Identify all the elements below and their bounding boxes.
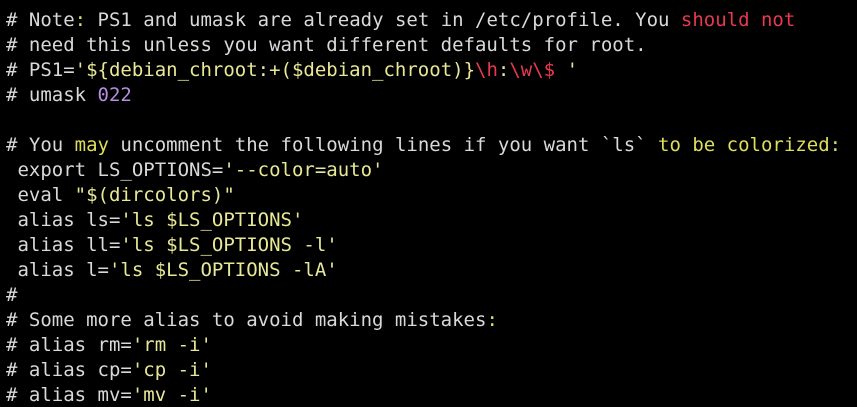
code-token: "$(dircolors)" (74, 184, 235, 206)
code-token: uncomment the following lines if you wan… (108, 134, 659, 156)
code-line[interactable]: # You may uncomment the following lines … (6, 133, 857, 158)
code-token: 'mv -i' (131, 384, 212, 406)
code-token: # Note (6, 9, 75, 31)
code-token: # umask (6, 84, 98, 106)
code-line[interactable]: eval "$(dircolors)" (6, 183, 857, 208)
code-token: : (74, 9, 87, 31)
code-line[interactable]: alias ll='ls $LS_OPTIONS -l' (6, 233, 857, 258)
code-token: 'rm -i' (131, 334, 212, 356)
code-token: \h (475, 59, 498, 81)
code-token: # need this unless you want different de… (6, 34, 647, 56)
code-token: # alias rm= (6, 334, 132, 356)
code-token: '${debian_chroot:+($debian_chroot)} (74, 59, 476, 81)
code-line[interactable]: alias ls='ls $LS_OPTIONS' (6, 208, 857, 233)
code-token: may (74, 134, 109, 156)
code-token: 022 (97, 84, 132, 106)
code-token: PS1 and umask are already set in /etc/pr… (86, 9, 681, 31)
code-token: # You (6, 134, 75, 156)
code-line[interactable]: # alias cp='cp -i' (6, 358, 857, 383)
code-token: # (6, 284, 18, 306)
code-line[interactable]: # alias rm='rm -i' (6, 333, 857, 358)
code-token: # alias mv= (6, 384, 132, 406)
code-token: ' (555, 59, 579, 81)
code-line[interactable]: # Note: PS1 and umask are already set in… (6, 8, 857, 33)
terminal-editor[interactable]: # Note: PS1 and umask are already set in… (0, 0, 857, 407)
code-token: # alias cp= (6, 359, 132, 381)
code-token: # PS1= (6, 59, 75, 81)
code-token: export LS_OPTIONS= (6, 159, 224, 181)
code-token: alias ll= (6, 234, 121, 256)
code-token: alias ls= (6, 209, 121, 231)
code-line[interactable]: # Some more alias to avoid making mistak… (6, 308, 857, 333)
code-token: 'ls $LS_OPTIONS' (120, 209, 304, 231)
code-token: 'cp -i' (131, 359, 212, 381)
code-token: : (486, 309, 498, 331)
code-token: \w\$ (509, 59, 556, 81)
code-token: eval (6, 184, 75, 206)
code-line[interactable]: export LS_OPTIONS='--color=auto' (6, 158, 857, 183)
code-token: should not (680, 9, 796, 31)
code-token: '--color=auto' (223, 159, 384, 181)
code-line[interactable]: # alias mv='mv -i' (6, 383, 857, 407)
code-line[interactable]: # umask 022 (6, 83, 857, 108)
code-token: alias l= (6, 259, 109, 281)
code-line[interactable]: # need this unless you want different de… (6, 33, 857, 58)
code-token: 'ls $LS_OPTIONS -l' (120, 234, 338, 256)
code-token: to be colorized: (658, 134, 842, 156)
code-line[interactable]: # PS1='${debian_chroot:+($debian_chroot)… (6, 58, 857, 83)
code-line[interactable] (6, 108, 857, 133)
code-token: : (497, 59, 510, 81)
code-token: # Some more alias to avoid making mistak… (6, 309, 487, 331)
code-line[interactable]: alias l='ls $LS_OPTIONS -lA' (6, 258, 857, 283)
code-line[interactable]: # (6, 283, 857, 308)
code-token: 'ls $LS_OPTIONS -lA' (108, 259, 338, 281)
